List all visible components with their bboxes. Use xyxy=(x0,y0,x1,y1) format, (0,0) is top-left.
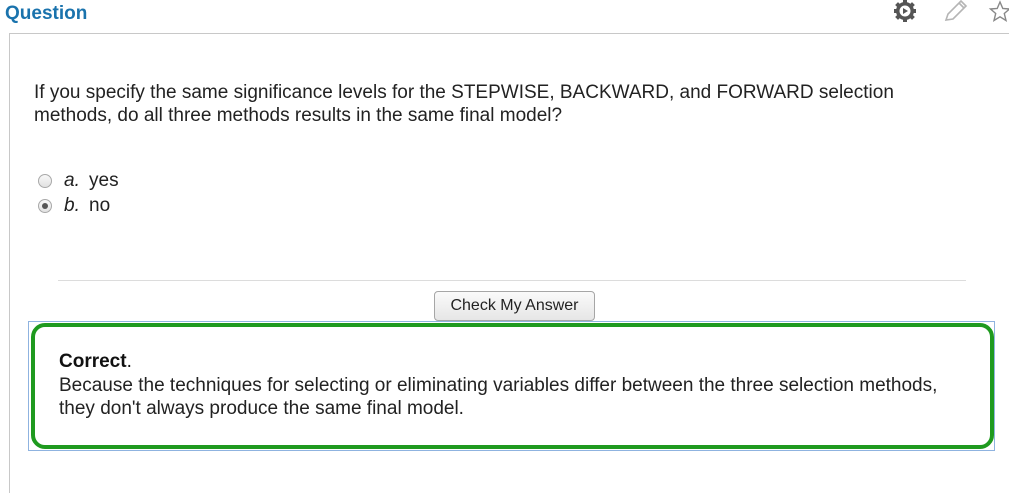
header-title: Question xyxy=(5,3,87,25)
option-a-label: yes xyxy=(89,170,119,192)
option-b-label: no xyxy=(89,195,110,217)
feedback-status: Correct. xyxy=(59,351,132,373)
separator xyxy=(58,280,966,281)
feedback-status-word: Correct xyxy=(59,351,127,372)
option-a-letter: a. xyxy=(64,170,80,192)
star-icon[interactable] xyxy=(988,0,1009,24)
feedback-status-suffix: . xyxy=(127,351,132,372)
question-header: Question xyxy=(0,0,1009,30)
pencil-icon[interactable] xyxy=(942,0,970,24)
option-b[interactable]: b. no xyxy=(38,195,110,217)
radio-option-b[interactable] xyxy=(38,199,52,213)
gear-play-icon[interactable] xyxy=(891,0,919,24)
option-a[interactable]: a. yes xyxy=(38,170,119,192)
question-text: If you specify the same significance lev… xyxy=(34,81,974,127)
check-answer-button[interactable]: Check My Answer xyxy=(434,291,595,321)
radio-option-a[interactable] xyxy=(38,174,52,188)
option-b-letter: b. xyxy=(64,195,80,217)
feedback-text: Because the techniques for selecting or … xyxy=(59,374,959,420)
